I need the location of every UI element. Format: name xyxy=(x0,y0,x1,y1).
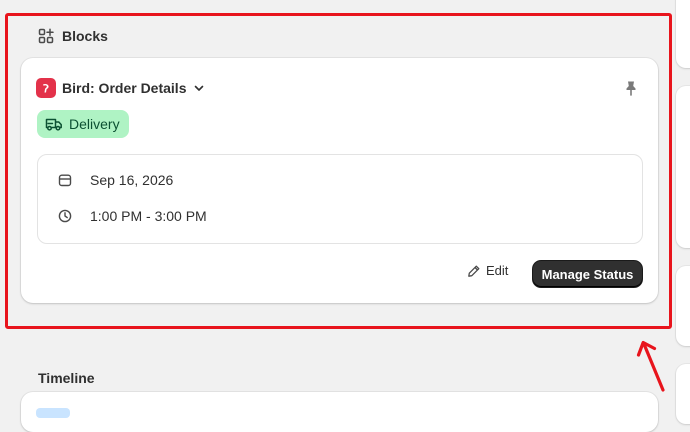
timeline-section-title: Timeline xyxy=(38,370,95,386)
right-column-card-2 xyxy=(676,86,690,248)
timeline-card xyxy=(21,392,658,432)
right-column-card-4 xyxy=(676,364,690,424)
annotation-highlight-box xyxy=(5,13,672,329)
right-column-card-3 xyxy=(676,266,690,346)
right-column-card-1 xyxy=(676,0,690,68)
timeline-title: Timeline xyxy=(38,370,95,386)
arrow-icon xyxy=(630,334,670,399)
